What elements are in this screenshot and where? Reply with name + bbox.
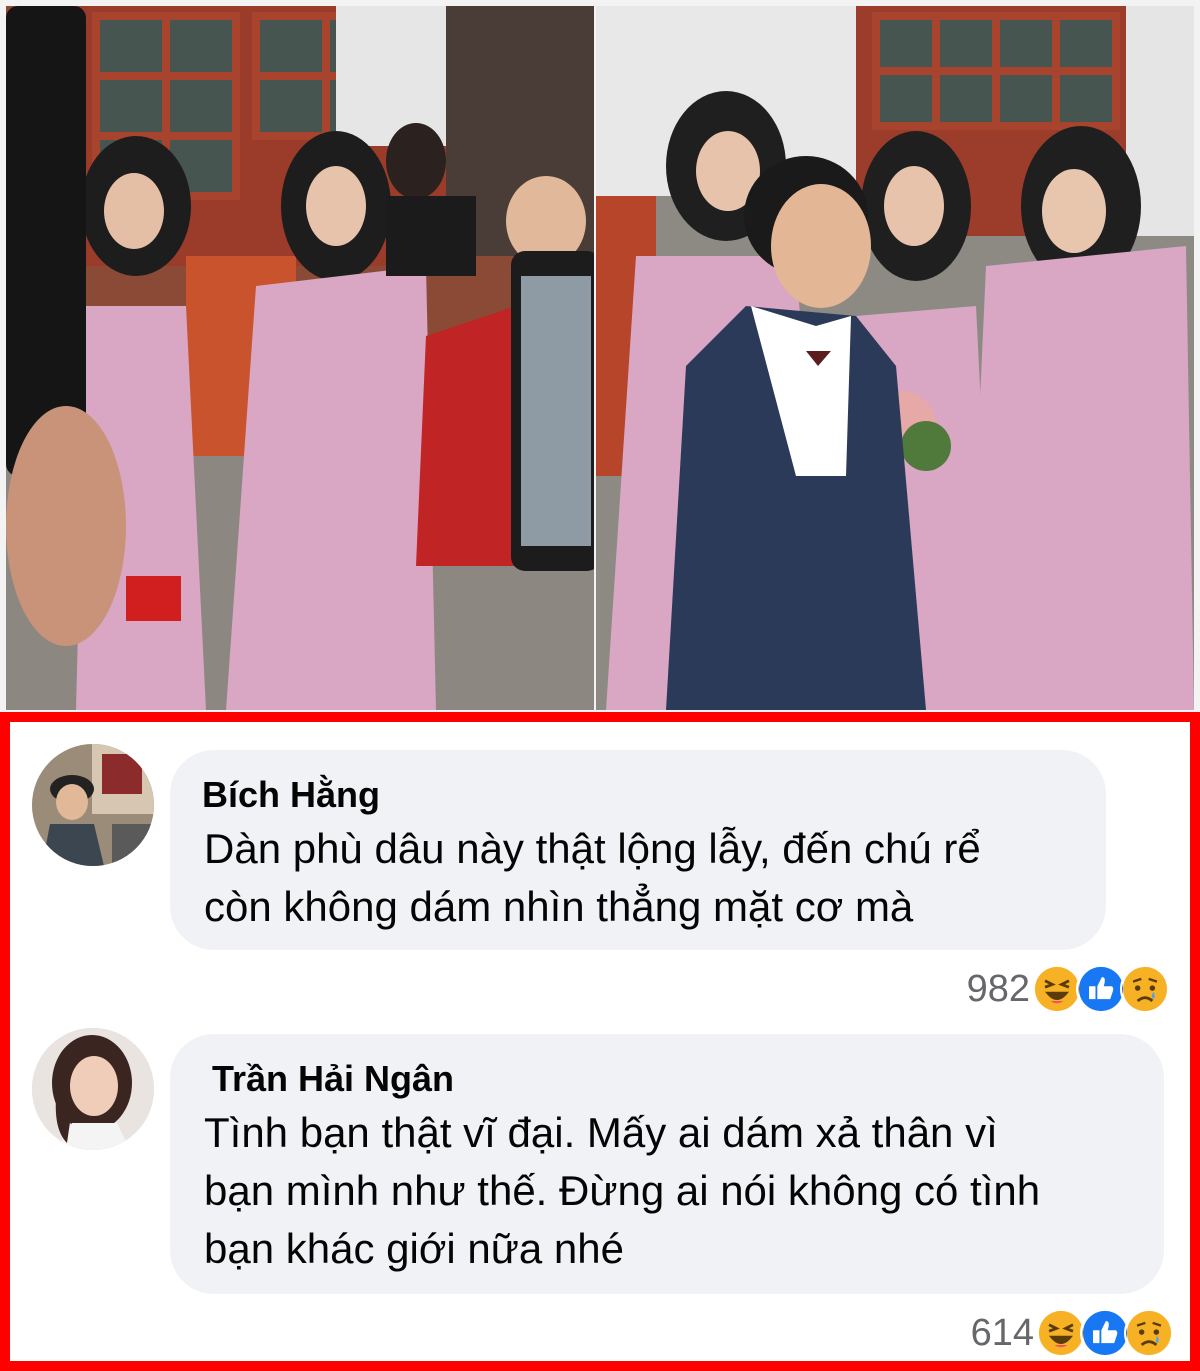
avatar-bich-hang-image (32, 744, 154, 866)
comment-text-1: Dàn phù dâu này thật lộng lẫy, đến chú r… (204, 820, 1094, 936)
comment-text-1-line-2: còn không dám nhìn thẳng mặt cơ mà (204, 883, 914, 930)
like-icon (1076, 964, 1126, 1014)
reaction-count-2: 614 (970, 1311, 1034, 1354)
sad-icon (1120, 964, 1170, 1014)
wedding-photo-left-image (6, 6, 594, 710)
haha-icon (1036, 1308, 1086, 1358)
wedding-photo-right[interactable] (596, 6, 1194, 710)
comment-text-1-line-1: Dàn phù dâu này thật lộng lẫy, đến chú r… (204, 825, 981, 872)
comment-text-2: Tình bạn thật vĩ đại. Mấy ai dám xả thân… (204, 1104, 1154, 1278)
comment-text-2-line-1: Tình bạn thật vĩ đại. Mấy ai dám xả thân… (204, 1109, 998, 1156)
haha-icon (1032, 964, 1082, 1014)
comment-bubble-1[interactable]: Bích Hằng Dàn phù dâu này thật lộng lẫy,… (170, 750, 1106, 950)
comment-text-2-line-2: bạn mình như thế. Đừng ai nói không có t… (204, 1167, 1041, 1214)
sad-icon (1124, 1308, 1174, 1358)
reactions-2[interactable]: 614 (971, 1306, 1174, 1360)
comment-author-1[interactable]: Bích Hằng (202, 774, 380, 816)
wedding-photo-left[interactable] (6, 6, 594, 710)
wedding-photo-right-image (596, 6, 1194, 710)
reactions-1[interactable]: 982 (967, 962, 1170, 1016)
comments-highlight-box: Bích Hằng Dàn phù dâu này thật lộng lẫy,… (0, 712, 1200, 1371)
comment-bubble-2[interactable]: Trần Hải Ngân Tình bạn thật vĩ đại. Mấy … (170, 1034, 1164, 1294)
like-icon (1080, 1308, 1130, 1358)
comment-author-2[interactable]: Trần Hải Ngân (212, 1058, 454, 1100)
avatar-bich-hang[interactable] (32, 744, 154, 866)
avatar-tran-hai-ngan[interactable] (32, 1028, 154, 1150)
avatar-tran-hai-ngan-image (32, 1028, 154, 1150)
reaction-count-1: 982 (966, 967, 1030, 1010)
comment-text-2-line-3: bạn khác giới nữa nhé (204, 1225, 624, 1272)
photo-collage (0, 0, 1200, 712)
